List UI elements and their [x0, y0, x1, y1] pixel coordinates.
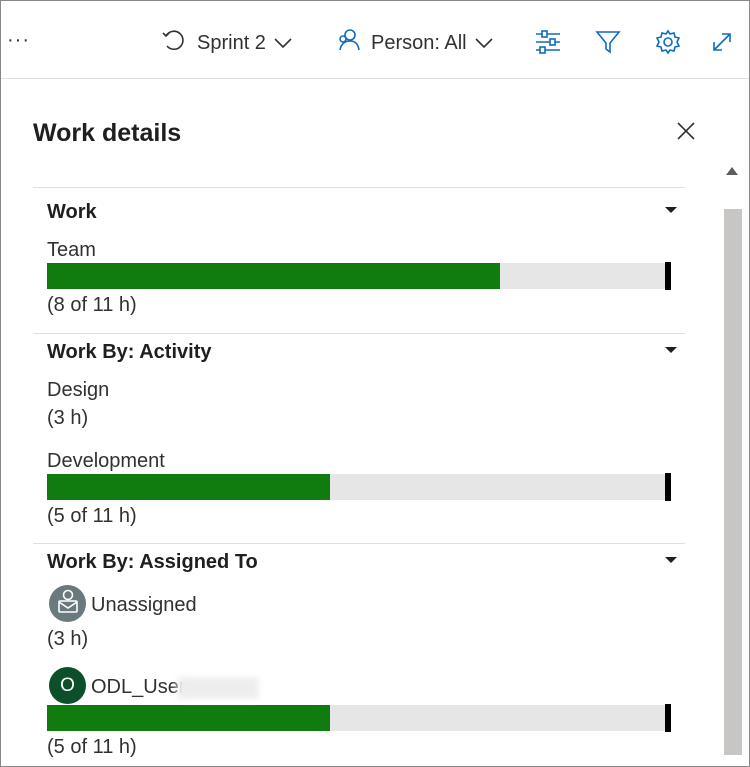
section-work-by-assigned-to: Work By: Assigned To Unassigned (3 h) O … [33, 543, 685, 766]
user-avatar-initial: O [60, 674, 75, 696]
chevron-down-icon [475, 32, 493, 55]
person-filter-selector[interactable]: Person: All [337, 29, 493, 57]
work-details-window: ··· Sprint 2 Person: All Work details Wo… [0, 0, 750, 767]
unassigned-person-icon [56, 588, 80, 620]
unassigned-avatar [49, 585, 86, 622]
panel-title: Work details [33, 119, 182, 147]
design-label: Design [47, 379, 110, 401]
team-progress-fill [47, 263, 500, 289]
gear-icon [655, 29, 681, 55]
close-button[interactable] [673, 120, 699, 146]
more-actions-button[interactable]: ··· [7, 29, 30, 52]
collapse-caret-icon[interactable] [665, 207, 677, 213]
unassigned-hours: (3 h) [47, 628, 89, 650]
section-activity-title[interactable]: Work By: Activity [47, 341, 211, 364]
sliders-icon [534, 30, 562, 54]
user-progress-bar [47, 704, 671, 732]
sprint-selector-label: Sprint 2 [197, 31, 266, 54]
redacted-user-suffix [177, 677, 259, 699]
close-icon [675, 120, 697, 147]
user-avatar: O [49, 667, 86, 704]
person-filter-label: Person: All [371, 31, 467, 54]
section-work-title[interactable]: Work [47, 201, 97, 224]
view-options-button[interactable] [533, 27, 563, 57]
development-label: Development [47, 450, 165, 472]
scroll-up-arrow[interactable] [726, 167, 738, 175]
refresh-cycle-icon [161, 27, 187, 59]
collapse-caret-icon[interactable] [665, 557, 677, 563]
filter-icon [595, 29, 621, 55]
toolbar: ··· Sprint 2 Person: All [1, 1, 749, 79]
collapse-caret-icon[interactable] [665, 347, 677, 353]
scroll-thumb[interactable] [724, 209, 742, 755]
settings-button[interactable] [653, 27, 683, 57]
capacity-marker [665, 704, 671, 732]
user-progress-fill [47, 705, 331, 731]
vertical-scrollbar[interactable] [721, 159, 745, 765]
expand-button[interactable] [707, 27, 737, 57]
section-work-by-activity: Work By: Activity Design (3 h) Developme… [33, 333, 685, 543]
design-hours: (3 h) [47, 407, 89, 429]
chevron-down-icon [274, 32, 292, 55]
user-hours: (5 of 11 h) [47, 736, 137, 758]
person-icon [337, 27, 361, 59]
work-details-content: Work Team (8 of 11 h) Work By: Activity … [33, 187, 685, 766]
development-progress-fill [47, 474, 331, 500]
sprint-selector[interactable]: Sprint 2 [161, 29, 292, 57]
capacity-marker [665, 473, 671, 501]
development-progress-bar [47, 473, 671, 501]
section-assigned-title[interactable]: Work By: Assigned To [47, 551, 258, 574]
team-label: Team [47, 239, 96, 261]
team-hours: (8 of 11 h) [47, 294, 137, 316]
section-work: Work Team (8 of 11 h) [33, 187, 685, 333]
unassigned-label: Unassigned [91, 594, 197, 616]
development-hours: (5 of 11 h) [47, 505, 137, 527]
filter-button[interactable] [593, 27, 623, 57]
capacity-marker [665, 262, 671, 290]
expand-icon [711, 31, 733, 53]
team-progress-bar [47, 262, 671, 290]
user-name-label: ODL_User [91, 676, 186, 698]
